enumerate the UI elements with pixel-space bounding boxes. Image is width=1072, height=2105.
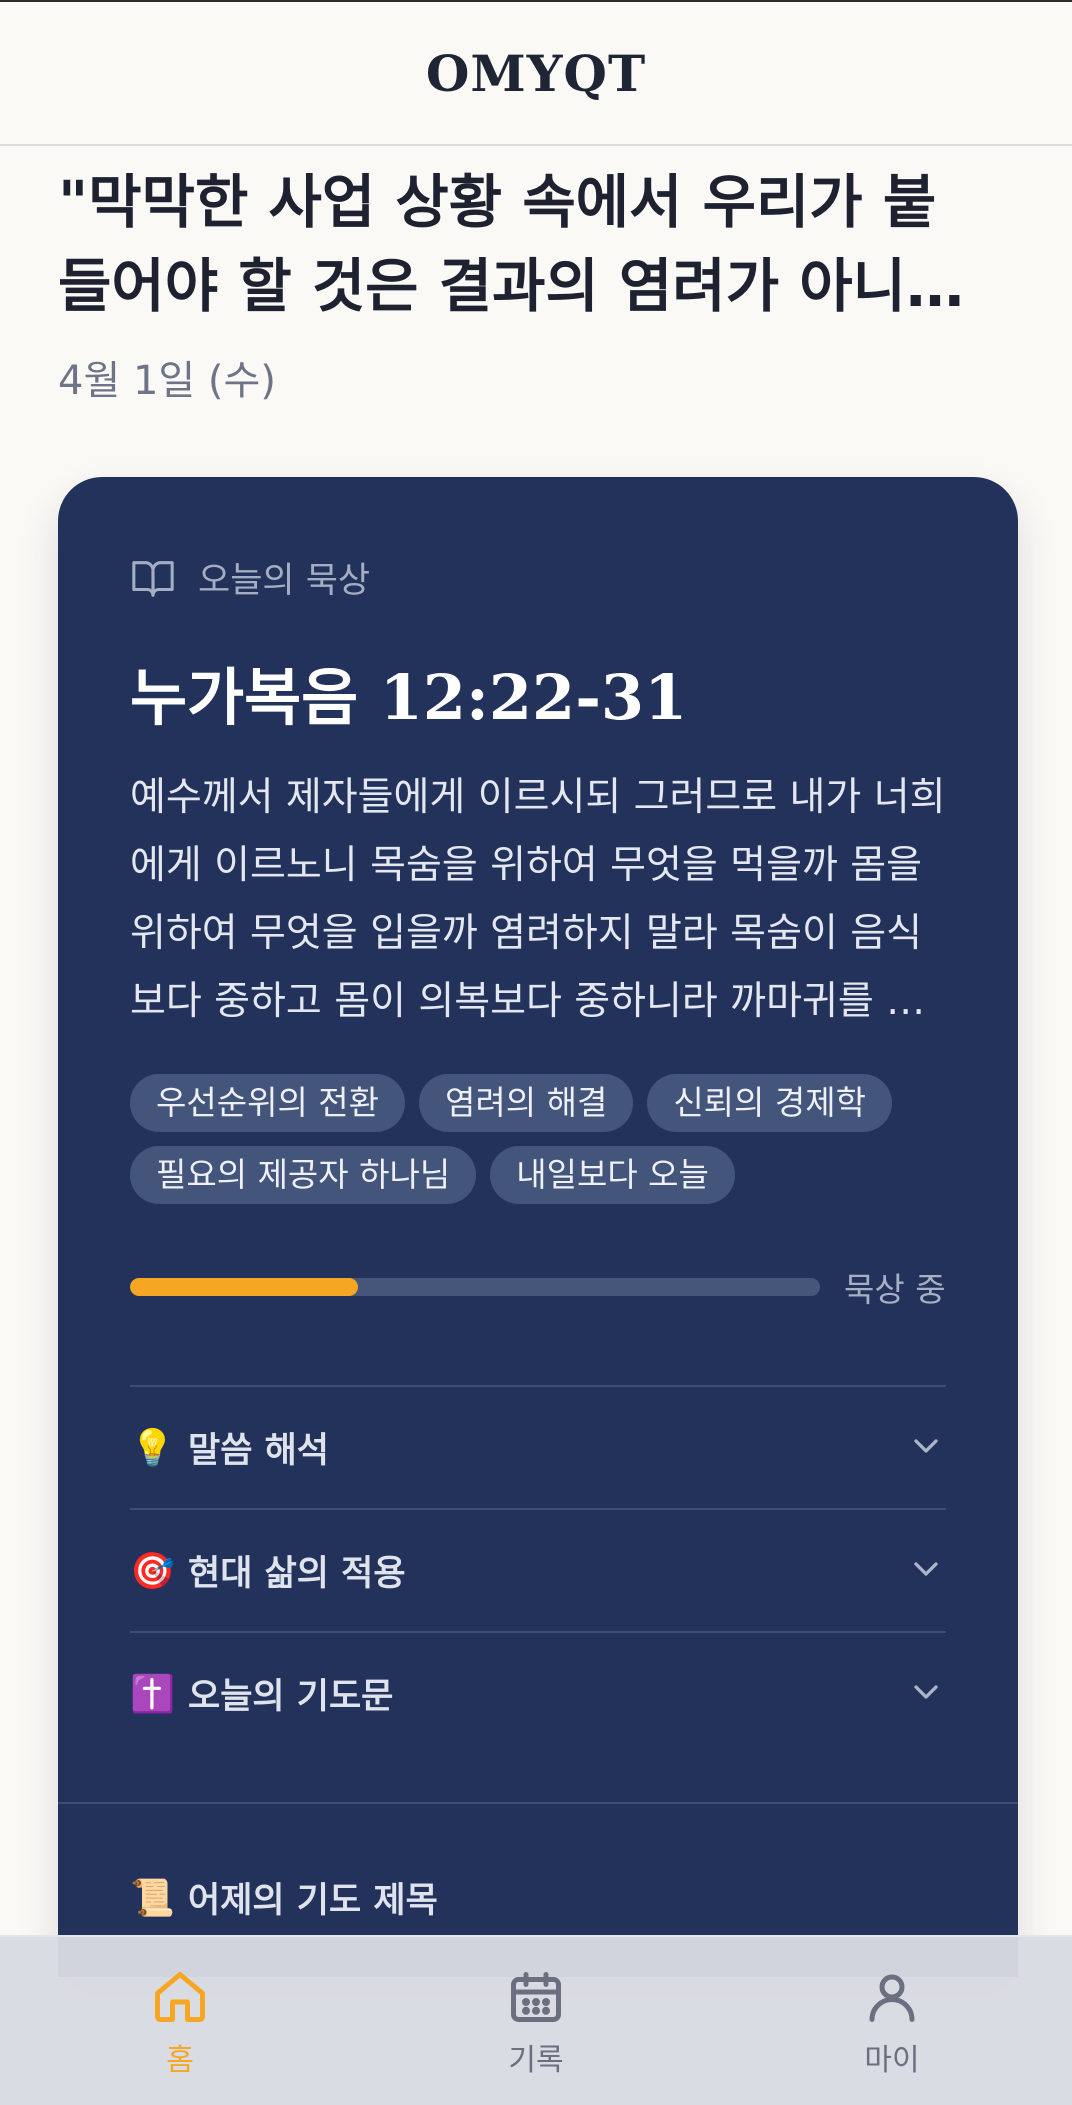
calendar-icon [511, 1972, 561, 2022]
verse-reference: 누가복음 12:22-31 [130, 661, 688, 734]
verse-text: 예수께서 제자들에게 이르시되 그러므로 내가 너희 에게 이르노니 목숨을 위… [130, 764, 950, 1036]
card-divider [58, 1802, 1018, 1804]
nav-item-records[interactable]: 기록 [476, 1937, 596, 2105]
devotion-date: 4월 1일 (수) [58, 358, 276, 404]
keyword-tags: 우선순위의 전환 염려의 해결 신뢰의 경제학 필요의 제공자 하나님 내일보다… [130, 1074, 960, 1204]
verse-line: 위하여 무엇을 입을까 염려하지 말라 목숨이 음식 [130, 911, 922, 956]
headline-line-2: 들어야 할 것은 결과의 염려가 아니… [58, 252, 965, 320]
page: OMYQT "막막한 사업 상황 속에서 우리가 붙 들어야 할 것은 결과의 … [0, 0, 1072, 2105]
nav-label-records: 기록 [508, 2043, 564, 2078]
progress-label: 묵상 중 [844, 1270, 946, 1309]
verse-line: 보다 중하고 몸이 의복보다 중하니라 까마귀를 … [130, 979, 926, 1024]
user-icon [869, 1974, 915, 2022]
keyword-tag[interactable]: 염려의 해결 [419, 1074, 634, 1132]
chevron-down-icon[interactable] [906, 1672, 946, 1716]
accordion-header: 🎯 현대 삶의 적용 [130, 1545, 406, 1596]
accordion-application[interactable]: 🎯 현대 삶의 적용 [130, 1508, 946, 1631]
keyword-tag[interactable]: 내일보다 오늘 [490, 1146, 735, 1204]
chevron-down-icon[interactable] [906, 1426, 946, 1470]
accordion-prayer[interactable]: ✝️ 오늘의 기도문 [130, 1631, 946, 1754]
progress-track [130, 1278, 820, 1296]
cross-icon: ✝️ [130, 1673, 175, 1715]
verse-line: 예수께서 제자들에게 이르시되 그러므로 내가 너희 [130, 775, 946, 820]
nav-label-my: 마이 [864, 2043, 920, 2078]
book-open-icon [132, 560, 174, 597]
keyword-tag[interactable]: 신뢰의 경제학 [647, 1074, 892, 1132]
progress-fill [130, 1278, 358, 1296]
home-icon [155, 1972, 205, 2022]
accordion-interpretation[interactable]: 💡 말씀 해석 [130, 1385, 946, 1508]
accordion-title: 말씀 해석 [188, 1431, 329, 1471]
scroll-icon: 📜 [130, 1877, 175, 1919]
nav-label-home: 홈 [166, 2043, 194, 2078]
accordion-header: 💡 말씀 해석 [130, 1422, 329, 1473]
app-title[interactable]: OMYQT [426, 44, 646, 103]
section-label-text: 오늘의 묵상 [198, 561, 371, 601]
keyword-tag[interactable]: 우선순위의 전환 [130, 1074, 406, 1132]
devotion-headline: "막막한 사업 상황 속에서 우리가 붙 들어야 할 것은 결과의 염려가 아니… [58, 160, 1018, 328]
headline-line-1: "막막한 사업 상황 속에서 우리가 붙 [58, 168, 937, 236]
bottom-nav: 홈 기록 마이 [0, 1935, 1072, 2105]
meditation-progress: 묵상 중 [130, 1267, 946, 1309]
nav-item-my[interactable]: 마이 [832, 1937, 952, 2105]
section-label: 오늘의 묵상 [130, 552, 370, 603]
verse-line: 에게 이르노니 목숨을 위하여 무엇을 먹을까 몸을 [130, 843, 922, 888]
accordion-title: 오늘의 기도문 [188, 1677, 394, 1717]
accordion-title: 현대 삶의 적용 [188, 1554, 406, 1594]
yesterday-prayer-section[interactable]: 📜 어제의 기도 제목 [130, 1872, 438, 1923]
chevron-down-icon[interactable] [906, 1549, 946, 1593]
yesterday-prayer-title: 어제의 기도 제목 [188, 1881, 438, 1921]
accordion-header: ✝️ 오늘의 기도문 [130, 1668, 393, 1719]
nav-item-home[interactable]: 홈 [120, 1937, 240, 2105]
lightbulb-icon: 💡 [130, 1427, 175, 1469]
keyword-tag[interactable]: 필요의 제공자 하나님 [130, 1146, 477, 1204]
target-icon: 🎯 [130, 1550, 175, 1592]
devotion-card: 오늘의 묵상 누가복음 12:22-31 예수께서 제자들에게 이르시되 그러므… [58, 477, 1018, 1977]
app-header: OMYQT [0, 0, 1072, 146]
